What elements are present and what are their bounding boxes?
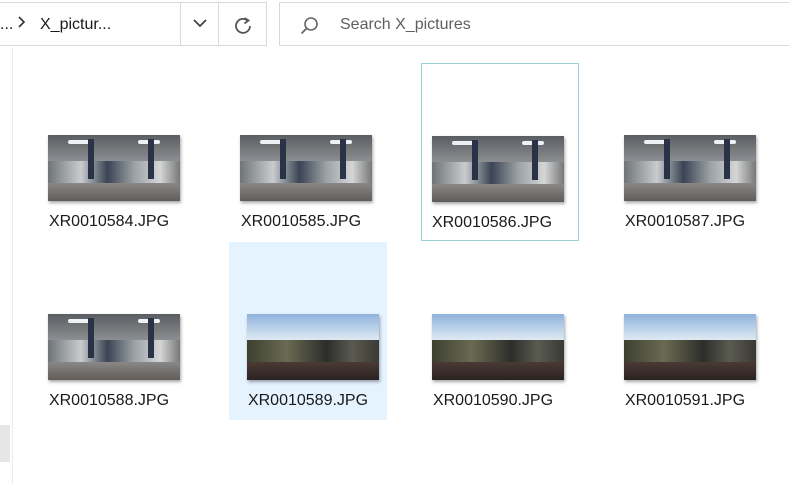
navigation-bar: ... X_pictur... Search X_pictures xyxy=(0,0,789,48)
breadcrumb-current-folder[interactable]: X_pictur... xyxy=(40,16,111,34)
file-item[interactable]: XR0010584.JPG xyxy=(30,63,188,241)
scrollbar-thumb[interactable] xyxy=(0,425,10,462)
breadcrumb-separator[interactable] xyxy=(18,16,26,31)
file-item[interactable]: XR0010591.JPG xyxy=(606,242,764,420)
search-icon xyxy=(300,17,318,35)
search-placeholder[interactable]: Search X_pictures xyxy=(340,16,471,34)
file-item[interactable]: XR0010586.JPG xyxy=(421,63,579,241)
image-thumbnail xyxy=(48,135,180,201)
chevron-down-icon xyxy=(193,19,207,28)
file-name-label: XR0010586.JPG xyxy=(431,214,553,231)
file-item[interactable]: XR0010585.JPG xyxy=(222,63,380,241)
file-item[interactable]: XR0010588.JPG xyxy=(30,242,188,420)
image-thumbnail xyxy=(432,136,564,202)
file-name-label: XR0010589.JPG xyxy=(247,392,369,409)
image-thumbnail xyxy=(624,135,756,201)
file-name-label: XR0010588.JPG xyxy=(48,392,170,409)
breadcrumb-overflow[interactable]: ... xyxy=(0,16,13,34)
address-dropdown-button[interactable] xyxy=(180,2,218,46)
file-name-label: XR0010591.JPG xyxy=(624,392,746,409)
image-thumbnail xyxy=(432,314,564,380)
file-name-label: XR0010590.JPG xyxy=(432,392,554,409)
image-thumbnail xyxy=(247,314,379,380)
file-name-label: XR0010587.JPG xyxy=(624,213,746,230)
refresh-icon xyxy=(235,17,251,34)
file-item[interactable]: XR0010587.JPG xyxy=(606,63,764,241)
file-item[interactable]: XR0010590.JPG xyxy=(414,242,572,420)
image-thumbnail xyxy=(624,314,756,380)
file-name-label: XR0010585.JPG xyxy=(240,213,362,230)
chevron-right-icon xyxy=(18,16,26,28)
file-name-label: XR0010584.JPG xyxy=(48,213,170,230)
image-thumbnail xyxy=(240,135,372,201)
refresh-button[interactable] xyxy=(219,2,267,46)
file-item[interactable]: XR0010589.JPG xyxy=(229,242,387,420)
navigation-pane-edge xyxy=(0,48,13,484)
image-thumbnail xyxy=(48,314,180,380)
search-box[interactable]: Search X_pictures xyxy=(279,2,789,46)
